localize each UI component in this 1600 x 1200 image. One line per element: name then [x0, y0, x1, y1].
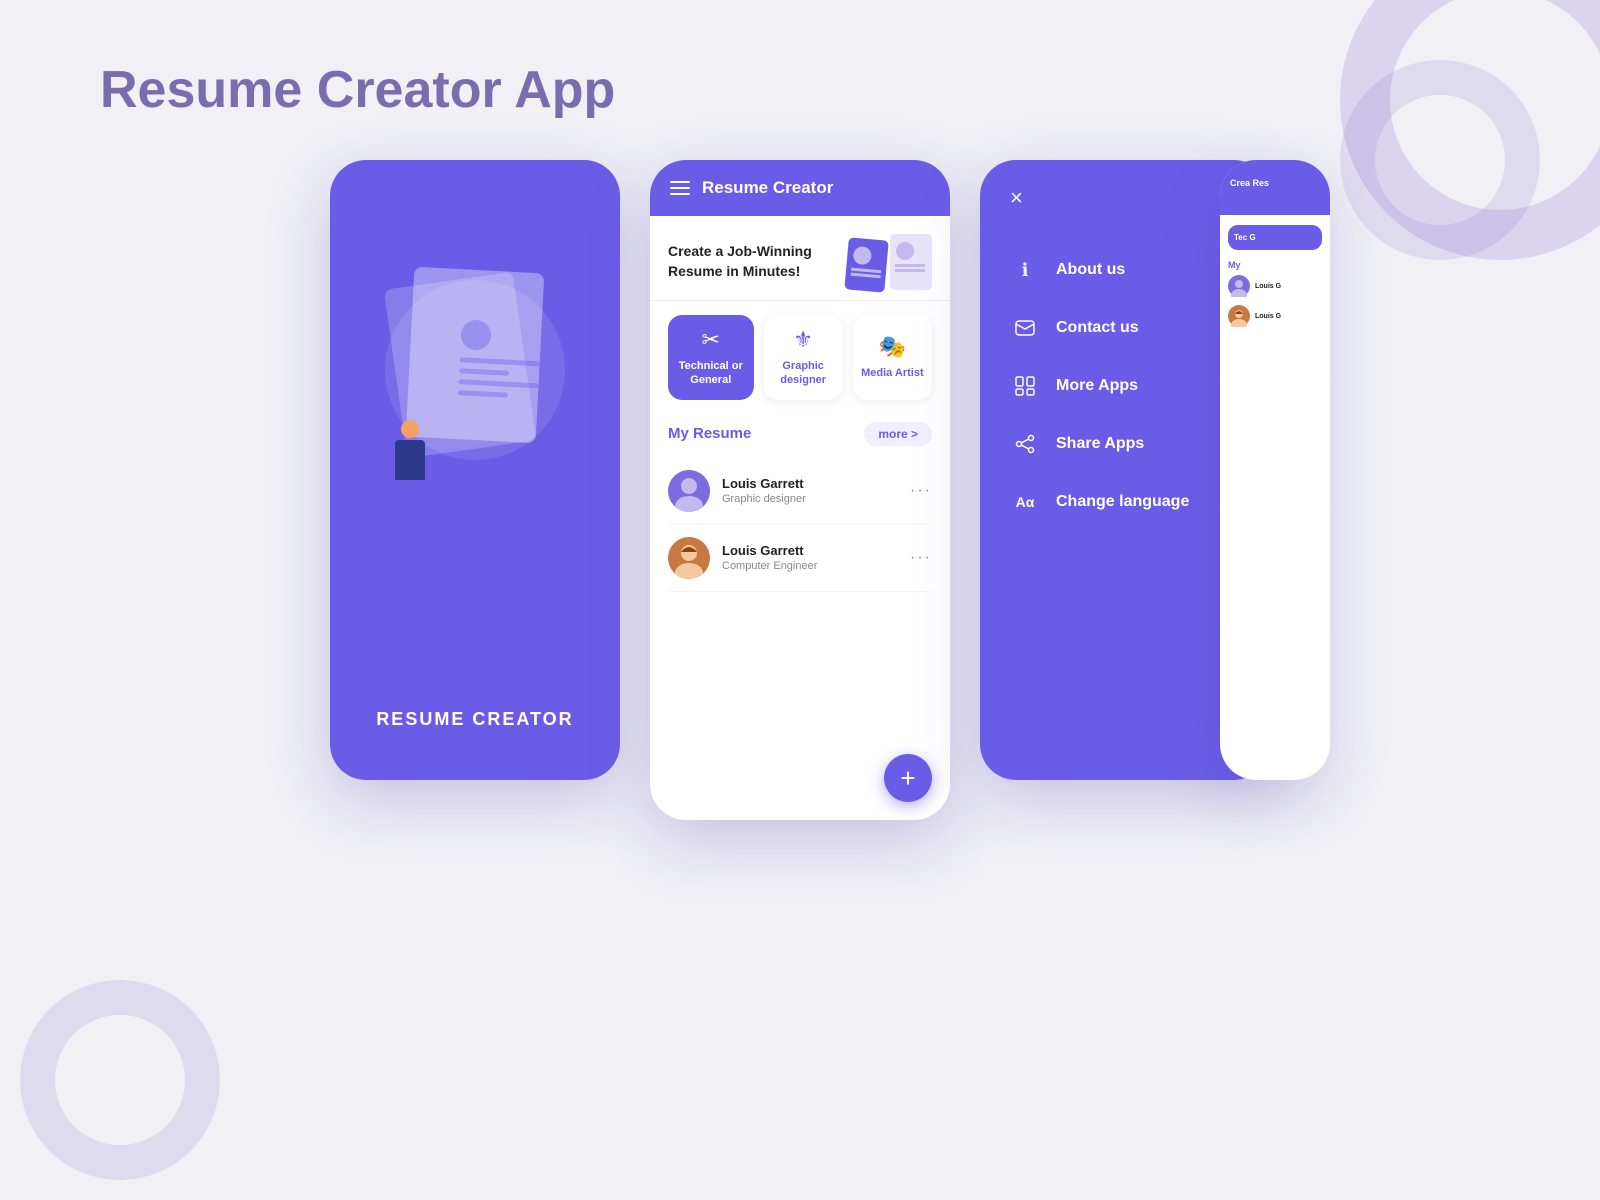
person-head	[401, 420, 419, 438]
more-apps-icon	[1010, 371, 1040, 401]
resume-item-2: Louis Garrett Computer Engineer ···	[668, 525, 932, 592]
phone-peek: Crea Res Tec G My Louis G	[1220, 160, 1330, 780]
line-2	[459, 368, 509, 376]
fab-button[interactable]: +	[884, 754, 932, 802]
menu-about[interactable]: ℹ About us	[1010, 241, 1240, 299]
avatar-circle	[460, 319, 492, 351]
card-mini-back	[844, 237, 888, 292]
language-icon: Aα	[1010, 487, 1040, 517]
avatar-img-2	[668, 537, 710, 579]
phone-menu-wrapper: × ℹ About us Contact us	[980, 160, 1270, 780]
peek-name-1: Louis G	[1255, 283, 1281, 290]
avatar-img-1	[668, 470, 710, 512]
technical-icon: ✂	[702, 327, 720, 353]
peek-btn-text: Tec G	[1234, 233, 1316, 242]
resume-role-1: Graphic designer	[722, 493, 898, 505]
resume-info-1: Louis Garrett Graphic designer	[722, 476, 898, 505]
resume-name-2: Louis Garrett	[722, 543, 898, 558]
technical-label: Technical or General	[676, 359, 746, 388]
three-dots-1[interactable]: ···	[910, 482, 932, 500]
app-header-title: Resume Creator	[702, 178, 833, 198]
peek-body: Tec G My Louis G	[1220, 215, 1330, 345]
banner-section: Create a Job-Winning Resume in Minutes!	[650, 216, 950, 301]
banner-illustration	[847, 234, 932, 290]
resume-name-1: Louis Garrett	[722, 476, 898, 491]
line-3	[458, 379, 538, 388]
splash-label: RESUME CREATOR	[376, 709, 573, 730]
resume-paper-front	[406, 267, 545, 444]
peek-name-2: Louis G	[1255, 313, 1281, 320]
person-figure	[385, 420, 435, 500]
contact-label: Contact us	[1056, 319, 1139, 337]
splash-illustration	[375, 260, 575, 520]
share-label: Share Apps	[1056, 435, 1144, 453]
line-1	[460, 357, 540, 366]
menu-more-apps[interactable]: More Apps	[1010, 357, 1240, 415]
page-title: Resume Creator App	[100, 60, 615, 120]
about-icon: ℹ	[1010, 255, 1040, 285]
peek-section-title: My	[1228, 260, 1322, 270]
person-body	[395, 440, 425, 480]
contact-icon	[1010, 313, 1040, 343]
hamburger-line-2	[670, 187, 690, 189]
resume-role-2: Computer Engineer	[722, 560, 898, 572]
app-body: Create a Job-Winning Resume in Minutes! …	[650, 216, 950, 820]
resume-lines	[458, 319, 542, 405]
about-label: About us	[1056, 261, 1125, 279]
categories-row: ✂ Technical or General ⚜ Graphic designe…	[650, 301, 950, 414]
phone-splash: RESUME CREATOR	[330, 160, 620, 780]
peek-resume-2: Louis G	[1228, 305, 1322, 327]
resume-section-header: My Resume more >	[668, 422, 932, 446]
peek-resume-1: Louis G	[1228, 275, 1322, 297]
resume-info-2: Louis Garrett Computer Engineer	[722, 543, 898, 572]
menu-language[interactable]: Aα Change language	[1010, 473, 1240, 531]
peek-header: Crea Res	[1220, 160, 1330, 215]
banner-text: Create a Job-Winning Resume in Minutes!	[668, 242, 847, 281]
phones-container: RESUME CREATOR Resume Creator Create a J…	[330, 160, 1270, 820]
resume-item-1: Louis Garrett Graphic designer ···	[668, 458, 932, 525]
peek-header-text: Crea Res	[1230, 178, 1320, 188]
hamburger-button[interactable]	[670, 181, 690, 195]
menu-share[interactable]: Share Apps	[1010, 415, 1240, 473]
app-header: Resume Creator	[650, 160, 950, 216]
avatar-1	[668, 470, 710, 512]
cat-technical[interactable]: ✂ Technical or General	[668, 315, 754, 400]
phone-main: Resume Creator Create a Job-Winning Resu…	[650, 160, 950, 820]
peek-active-btn: Tec G	[1228, 225, 1322, 250]
resume-section-title: My Resume	[668, 425, 751, 442]
avatar-2	[668, 537, 710, 579]
graphic-icon: ⚜	[793, 327, 813, 353]
cat-media[interactable]: 🎭 Media Artist	[853, 315, 932, 400]
more-apps-label: More Apps	[1056, 377, 1138, 395]
line-4	[458, 390, 508, 398]
hamburger-line-3	[670, 193, 690, 195]
menu-contact[interactable]: Contact us	[1010, 299, 1240, 357]
bg-circle-bottom-left	[20, 980, 220, 1180]
close-button[interactable]: ×	[1010, 185, 1040, 211]
graphic-label: Graphic designer	[772, 359, 835, 388]
share-icon	[1010, 429, 1040, 459]
media-label: Media Artist	[861, 366, 924, 380]
bg-circle-inner	[1340, 60, 1540, 260]
media-icon: 🎭	[879, 334, 906, 360]
hamburger-line-1	[670, 181, 690, 183]
more-button[interactable]: more >	[864, 422, 932, 446]
language-label: Change language	[1056, 493, 1189, 511]
cat-graphic[interactable]: ⚜ Graphic designer	[764, 315, 843, 400]
three-dots-2[interactable]: ···	[910, 549, 932, 567]
card-mini-front	[890, 234, 932, 290]
